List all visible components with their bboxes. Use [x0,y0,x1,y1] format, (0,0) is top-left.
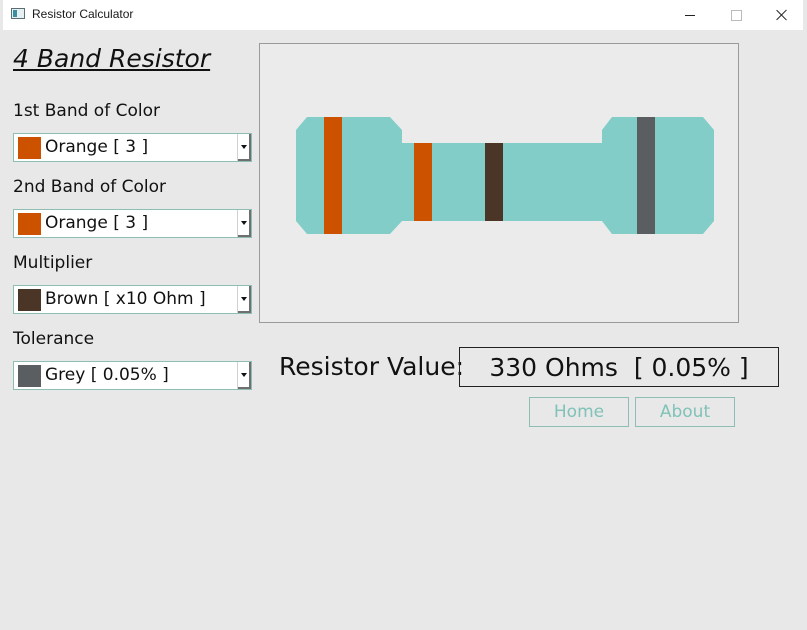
close-button[interactable] [759,0,805,30]
tolerance-color-swatch [18,365,41,387]
band-multiplier [485,143,503,221]
chevron-down-icon [240,296,247,301]
home-button[interactable]: Home [529,397,629,427]
band2-color-swatch [18,213,41,235]
band2-select[interactable]: Orange [ 3 ] [13,209,252,238]
band2-dropdown-button[interactable] [237,210,251,237]
app-window: Resistor Calculator 4 Band Resistor 1st … [3,0,803,630]
multiplier-label: Multiplier [13,253,93,273]
resistor-drawing [296,117,714,234]
resistor-value-label: Resistor Value: [279,352,465,381]
multiplier-color-swatch [18,289,41,311]
about-button[interactable]: About [635,397,735,427]
multiplier-dropdown-button[interactable] [237,286,251,313]
multiplier-selected-value: Brown [ x10 Ohm ] [45,289,206,309]
band1-selected-value: Orange [ 3 ] [45,137,149,157]
tolerance-select[interactable]: Grey [ 0.05% ] [13,361,252,390]
chevron-down-icon [240,372,247,377]
band1-select[interactable]: Orange [ 3 ] [13,133,252,162]
tolerance-label: Tolerance [13,329,95,349]
band1-label: 1st Band of Color [13,101,160,121]
multiplier-select[interactable]: Brown [ x10 Ohm ] [13,285,252,314]
band2-label: 2nd Band of Color [13,177,167,197]
maximize-button[interactable] [713,0,759,30]
page-title: 4 Band Resistor [13,44,211,73]
band1-dropdown-button[interactable] [237,134,251,161]
app-icon [11,8,25,19]
maximize-icon [730,9,742,21]
chevron-down-icon [240,220,247,225]
band-tolerance [637,117,655,234]
resistor-preview-panel [259,43,739,323]
tolerance-selected-value: Grey [ 0.05% ] [45,365,169,385]
window-title: Resistor Calculator [32,7,134,21]
minimize-button[interactable] [667,0,713,30]
band-1 [324,117,342,234]
minimize-icon [685,14,695,16]
band1-color-swatch [18,137,41,159]
resistor-value-display: 330 Ohms [ 0.05% ] [459,347,779,387]
close-icon [776,9,788,21]
band2-selected-value: Orange [ 3 ] [45,213,149,233]
tolerance-dropdown-button[interactable] [237,362,251,389]
band-2 [414,143,432,221]
title-bar: Resistor Calculator [3,0,803,30]
chevron-down-icon [240,144,247,149]
